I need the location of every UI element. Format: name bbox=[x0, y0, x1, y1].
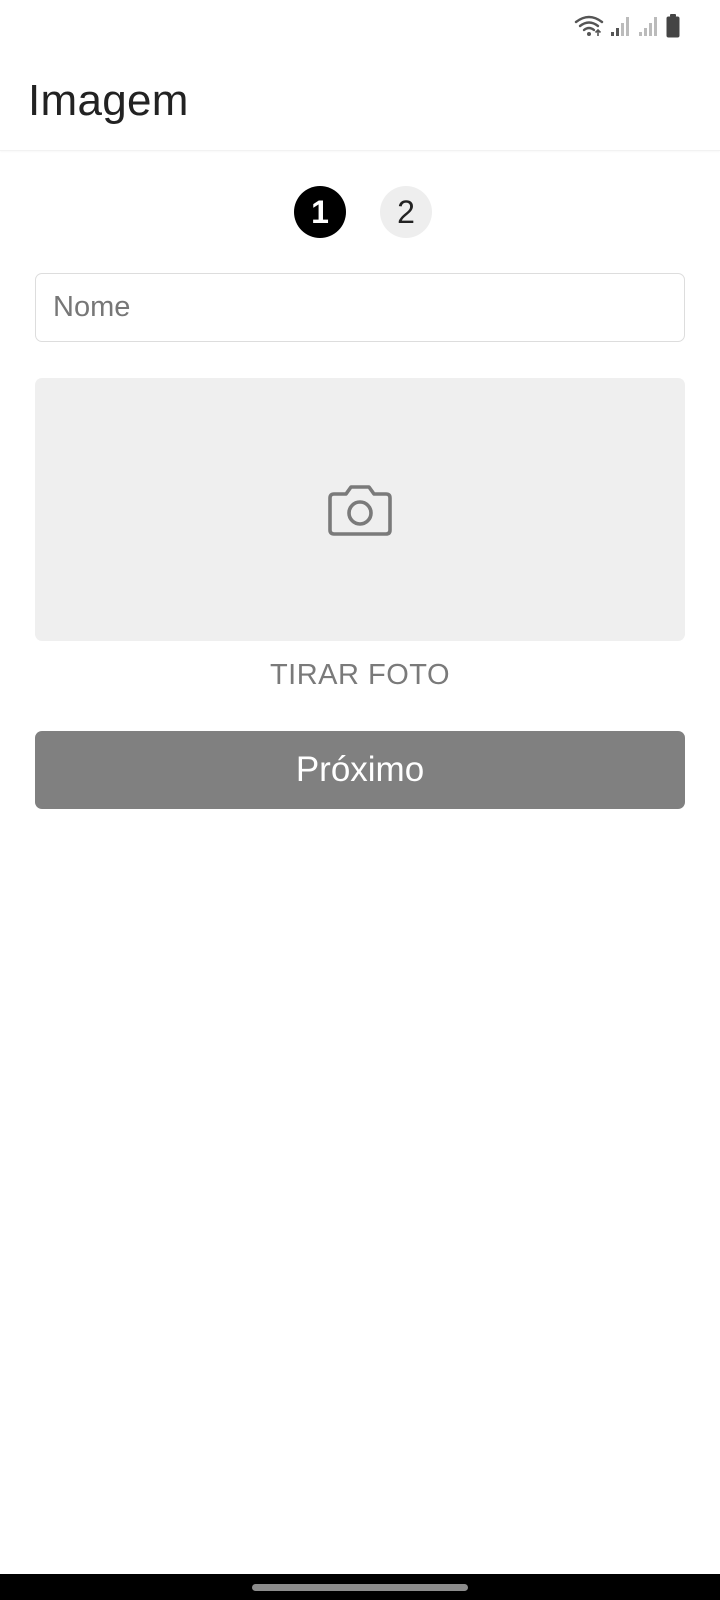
navigation-bar bbox=[0, 1574, 720, 1600]
page-title: Imagem bbox=[28, 76, 189, 125]
name-input[interactable] bbox=[36, 274, 684, 341]
take-photo-button[interactable]: TIRAR FOTO bbox=[0, 659, 720, 692]
wifi-icon bbox=[574, 15, 604, 36]
battery-icon bbox=[666, 14, 680, 38]
camera-icon bbox=[328, 484, 392, 536]
next-button[interactable]: Próximo bbox=[35, 731, 685, 809]
status-icons bbox=[574, 14, 680, 38]
home-gesture-handle[interactable] bbox=[252, 1584, 468, 1591]
signal-icon bbox=[611, 17, 629, 36]
app-bar: Imagem bbox=[0, 52, 720, 151]
step-1-indicator[interactable]: 1 bbox=[294, 186, 346, 238]
status-bar bbox=[0, 0, 720, 52]
stepper: 1 2 bbox=[0, 186, 720, 238]
name-field[interactable] bbox=[35, 273, 685, 342]
step-2-indicator[interactable]: 2 bbox=[380, 186, 432, 238]
signal-icon bbox=[639, 17, 657, 36]
screen: Imagem 1 2 TIRAR FOTO Próximo bbox=[0, 0, 720, 1600]
photo-placeholder[interactable] bbox=[35, 378, 685, 641]
